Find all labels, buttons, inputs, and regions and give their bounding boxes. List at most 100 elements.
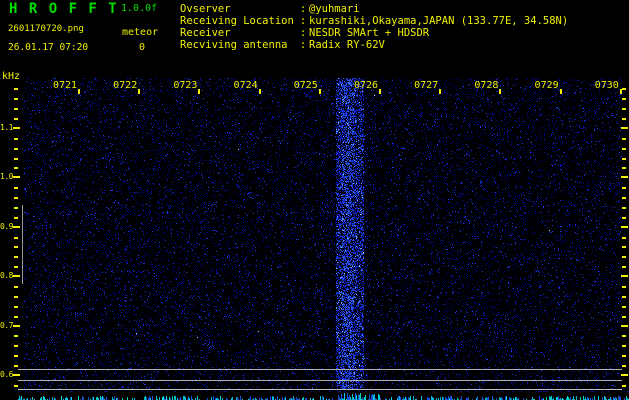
- info-separator: :: [299, 39, 307, 51]
- freq-minor-tick: [622, 236, 626, 239]
- left-frequency-range-marker: [22, 205, 23, 284]
- info-separator: :: [299, 3, 307, 15]
- freq-major-tick: [13, 127, 20, 129]
- freq-minor-tick: [622, 88, 626, 91]
- app-version: 1.0.0f: [121, 3, 158, 14]
- info-label: Ovserver: [180, 3, 231, 15]
- time-tick-mark: [318, 89, 321, 94]
- freq-major-tick: [621, 275, 628, 278]
- freq-major-tick: [621, 176, 628, 179]
- info-label: Receiving Location: [180, 15, 294, 27]
- time-tick-mark: [379, 89, 381, 94]
- freq-minor-tick: [622, 295, 626, 298]
- time-tick-mark: [559, 89, 562, 94]
- time-tick-mark: [198, 89, 201, 94]
- freq-minor-tick: [14, 286, 18, 288]
- meteor-count-value: 0: [138, 42, 146, 53]
- freq-minor-tick: [622, 315, 626, 318]
- signal-level-strip-canvas: [18, 390, 629, 400]
- freq-major-tick: [13, 176, 20, 179]
- freq-tick-label: 0.6: [0, 370, 13, 379]
- freq-major-tick: [13, 324, 20, 327]
- freq-minor-tick: [14, 266, 18, 269]
- freq-major-tick: [13, 374, 20, 376]
- freq-minor-tick: [622, 187, 626, 190]
- hrofft-window: H R O F F T 1.0.0f 2601170720.png meteor…: [0, 0, 629, 400]
- time-tick-label: 0724: [233, 80, 258, 91]
- time-tick-mark: [258, 89, 261, 94]
- info-label: Recviving antenna: [180, 39, 288, 51]
- freq-minor-tick: [622, 305, 626, 308]
- freq-axis-unit-label: kHz: [2, 71, 21, 82]
- time-tick-label: 0727: [414, 80, 439, 91]
- app-title: H R O F F T: [9, 1, 119, 17]
- freq-minor-tick: [14, 108, 18, 111]
- freq-minor-tick: [14, 256, 18, 259]
- time-tick-mark: [138, 89, 141, 94]
- time-tick-label: 0730: [594, 80, 619, 91]
- freq-minor-tick: [14, 88, 18, 91]
- freq-minor-tick: [14, 384, 18, 387]
- time-tick-mark: [78, 89, 80, 94]
- time-tick-label: 0723: [173, 80, 198, 91]
- freq-minor-tick: [14, 365, 18, 368]
- freq-major-tick: [621, 324, 628, 327]
- meteor-count-label: meteor: [122, 27, 159, 38]
- freq-minor-tick: [14, 118, 18, 121]
- freq-minor-tick: [622, 365, 626, 368]
- freq-minor-tick: [622, 266, 626, 269]
- freq-minor-tick: [14, 295, 18, 298]
- freq-major-tick: [621, 225, 628, 228]
- time-tick-mark: [619, 89, 622, 94]
- time-tick-label: 0721: [52, 80, 78, 91]
- plot-bottom-border-line: [18, 389, 622, 390]
- info-row-observer: Ovserver: @yuhmari: [180, 3, 568, 15]
- freq-minor-tick: [14, 197, 18, 200]
- info-separator: :: [299, 15, 307, 27]
- freq-minor-tick: [14, 305, 18, 308]
- freq-tick-label: 1.0: [0, 172, 13, 182]
- freq-minor-tick: [14, 345, 18, 348]
- info-row-location: Receiving Location: kurashiki,Okayama,JAP…: [180, 15, 568, 27]
- freq-minor-tick: [14, 187, 18, 190]
- time-tick-label: 0725: [293, 80, 318, 91]
- freq-minor-tick: [622, 384, 626, 387]
- output-filename: 2601170720.png: [8, 24, 84, 34]
- freq-minor-tick: [14, 167, 18, 170]
- freq-minor-tick: [622, 206, 626, 209]
- freq-minor-tick: [14, 236, 18, 239]
- time-tick-label: 0728: [474, 80, 499, 91]
- freq-minor-tick: [622, 137, 626, 140]
- info-label: Receiver: [180, 27, 231, 39]
- freq-minor-tick: [622, 355, 626, 358]
- freq-minor-tick: [14, 147, 18, 150]
- info-value: kurashiki,Okayama,JAPAN (133.77E, 34.58N…: [309, 15, 569, 27]
- info-separator: :: [299, 27, 307, 39]
- freq-minor-tick: [14, 246, 18, 249]
- freq-minor-tick: [14, 137, 18, 140]
- freq-minor-tick: [14, 157, 18, 160]
- freq-tick-label: 1.1: [0, 123, 13, 132]
- freq-major-tick: [621, 127, 628, 129]
- freq-minor-tick: [622, 197, 626, 200]
- freq-minor-tick: [14, 216, 18, 219]
- freq-minor-tick: [14, 98, 18, 101]
- freq-minor-tick: [14, 315, 18, 318]
- time-tick-mark: [439, 89, 442, 94]
- info-value: NESDR SMArt + HDSDR: [309, 27, 430, 39]
- freq-minor-tick: [622, 286, 626, 288]
- freq-minor-tick: [622, 108, 626, 111]
- info-value: @yuhmari: [309, 3, 360, 15]
- freq-minor-tick: [622, 157, 626, 160]
- freq-minor-tick: [14, 206, 18, 209]
- freq-minor-tick: [622, 118, 626, 121]
- freq-minor-tick: [622, 216, 626, 219]
- info-value: Radix RY-62V: [309, 39, 385, 51]
- time-tick-mark: [499, 89, 502, 94]
- info-row-receiver: Receiver: NESDR SMArt + HDSDR: [180, 27, 568, 39]
- observation-datetime: 26.01.17 07:20: [8, 42, 89, 53]
- time-tick-label: 0722: [113, 80, 138, 91]
- time-tick-label: 0726: [353, 80, 379, 91]
- freq-major-tick: [13, 225, 20, 228]
- freq-minor-tick: [622, 147, 626, 150]
